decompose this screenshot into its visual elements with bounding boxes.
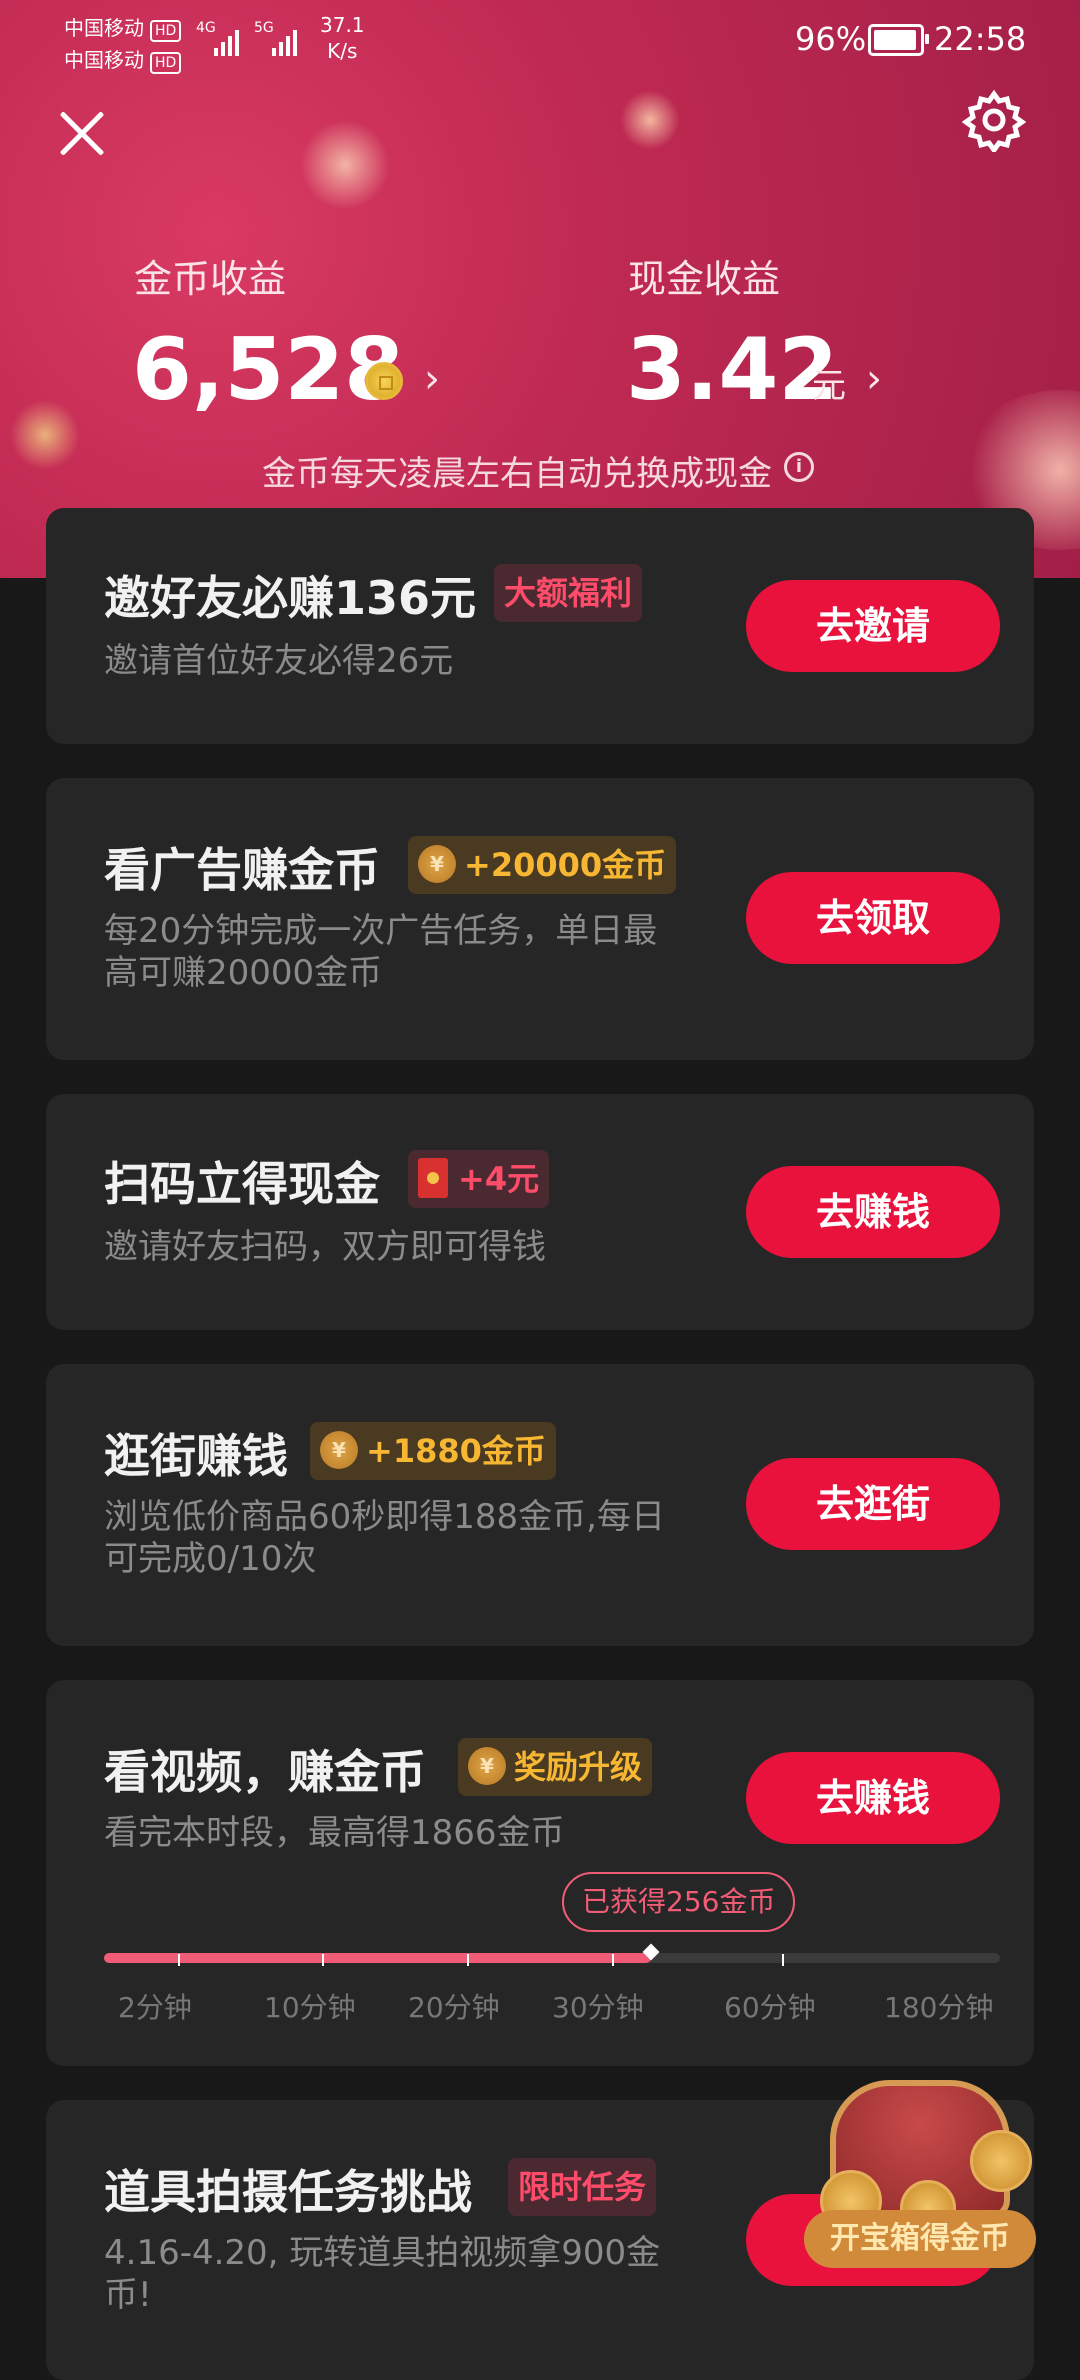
- decor-bubble: [620, 90, 680, 150]
- network-speed: 37.1 K/s: [320, 13, 365, 63]
- red-envelope-icon: [418, 1158, 448, 1198]
- cash-earnings-label: 现金收益: [628, 257, 781, 301]
- progress-fill: [104, 1953, 651, 1963]
- progress-tick: [322, 1954, 324, 1966]
- progress-bar: [104, 1953, 1000, 1966]
- task-desc: 4.16-4.20, 玩转道具拍视频拿900金 币!: [104, 2233, 661, 2315]
- chevron-right-icon[interactable]: ›: [424, 356, 440, 402]
- signal-icon: 4G 5G: [196, 20, 297, 56]
- coin-icon: ¥: [418, 845, 456, 883]
- tick-label: 2分钟: [118, 1991, 192, 2024]
- close-icon[interactable]: [50, 100, 116, 166]
- clock: 22:58: [934, 20, 1027, 58]
- exchange-hint: 金币每天凌晨左右自动兑换成现金: [262, 454, 772, 494]
- task-title: 逛街赚钱: [104, 1429, 288, 1483]
- battery-percent: 96%: [795, 20, 867, 58]
- task-card-invite: 邀好友必赚136元 大额福利 邀请首位好友必得26元 去邀请: [46, 508, 1034, 744]
- decor-bubble: [10, 400, 80, 470]
- task-title: 看广告赚金币: [104, 843, 380, 897]
- tick-label: 10分钟: [264, 1991, 356, 2024]
- task-badge: 大额福利: [494, 564, 643, 622]
- invite-button[interactable]: 去邀请: [746, 580, 1000, 672]
- coin-earnings-label: 金币收益: [134, 257, 287, 301]
- tick-label: 20分钟: [408, 1991, 500, 2024]
- carrier-2: 中国移动 HD: [64, 44, 182, 74]
- treasure-chest-button[interactable]: 开宝箱得金币: [800, 2070, 1040, 2320]
- decor-bubble: [300, 120, 390, 210]
- task-title: 道具拍摄任务挑战: [104, 2165, 472, 2219]
- progress-tick: [178, 1954, 180, 1966]
- treasure-label: 开宝箱得金币: [804, 2210, 1036, 2268]
- progress-tick: [467, 1954, 469, 1966]
- svg-text:5G: 5G: [254, 20, 274, 36]
- task-title: 看视频，赚金币: [104, 1745, 426, 1799]
- info-icon[interactable]: i: [784, 452, 814, 482]
- earnings-header: 中国移动 HD 中国移动 HD 4G 5G 37.1 K/s 96% 22:58 金币…: [0, 0, 1080, 578]
- tick-label: 60分钟: [724, 1991, 816, 2024]
- coin-icon: ¥: [320, 1431, 358, 1469]
- claim-button[interactable]: 去领取: [746, 872, 1000, 964]
- task-badge: 限时任务: [508, 2158, 657, 2216]
- cash-unit: 元: [812, 366, 846, 406]
- chevron-right-icon[interactable]: ›: [866, 356, 882, 402]
- progress-reward-label: 已获得256金币: [562, 1872, 796, 1932]
- task-desc: 邀请好友扫码，双方即可得钱: [104, 1227, 546, 1267]
- progress-tick: [782, 1954, 784, 1966]
- earn-button[interactable]: 去赚钱: [746, 1752, 1000, 1844]
- gear-icon[interactable]: [962, 88, 1026, 152]
- coin-icon: [365, 362, 403, 400]
- task-card-ads: 看广告赚金币 ¥ +20000金币 每20分钟完成一次广告任务，单日最 高可赚200…: [46, 778, 1034, 1060]
- task-title: 邀好友必赚136元: [104, 571, 477, 625]
- cash-earnings-value[interactable]: 3.42: [626, 320, 838, 420]
- task-desc: 看完本时段，最高得1866金币: [104, 1813, 565, 1853]
- status-bar: 中国移动 HD 中国移动 HD 4G 5G 37.1 K/s 96% 22:58: [0, 0, 1080, 80]
- tick-label: 30分钟: [552, 1991, 644, 2024]
- shop-button[interactable]: 去逛街: [746, 1458, 1000, 1550]
- progress-tick: [612, 1954, 614, 1966]
- task-desc: 邀请首位好友必得26元: [104, 641, 454, 681]
- svg-text:4G: 4G: [196, 20, 216, 36]
- tick-label: 180分钟: [884, 1991, 994, 2024]
- coin-icon: ¥: [468, 1747, 506, 1785]
- coin-earnings-value[interactable]: 6,528: [132, 320, 404, 420]
- task-badge: ¥ +1880金币: [310, 1422, 556, 1480]
- task-badge: +4元: [408, 1150, 550, 1208]
- task-desc: 浏览低价商品60秒即得188金币,每日 可完成0/10次: [104, 1497, 665, 1579]
- coin-icon: [970, 2130, 1032, 2192]
- task-badge: ¥ 奖励升级: [458, 1738, 653, 1796]
- task-desc: 每20分钟完成一次广告任务，单日最 高可赚20000金币: [104, 911, 658, 993]
- earn-button[interactable]: 去赚钱: [746, 1166, 1000, 1258]
- task-card-video: 看视频，赚金币 ¥ 奖励升级 看完本时段，最高得1866金币 去赚钱 已获得256…: [46, 1680, 1034, 2066]
- task-card-scan: 扫码立得现金 +4元 邀请好友扫码，双方即可得钱 去赚钱: [46, 1094, 1034, 1330]
- task-title: 扫码立得现金: [104, 1157, 380, 1211]
- battery-icon: [868, 24, 929, 56]
- carrier-1: 中国移动 HD: [64, 12, 182, 42]
- task-badge: ¥ +20000金币: [408, 836, 677, 894]
- task-card-shopping: 逛街赚钱 ¥ +1880金币 浏览低价商品60秒即得188金币,每日 可完成0/10…: [46, 1364, 1034, 1646]
